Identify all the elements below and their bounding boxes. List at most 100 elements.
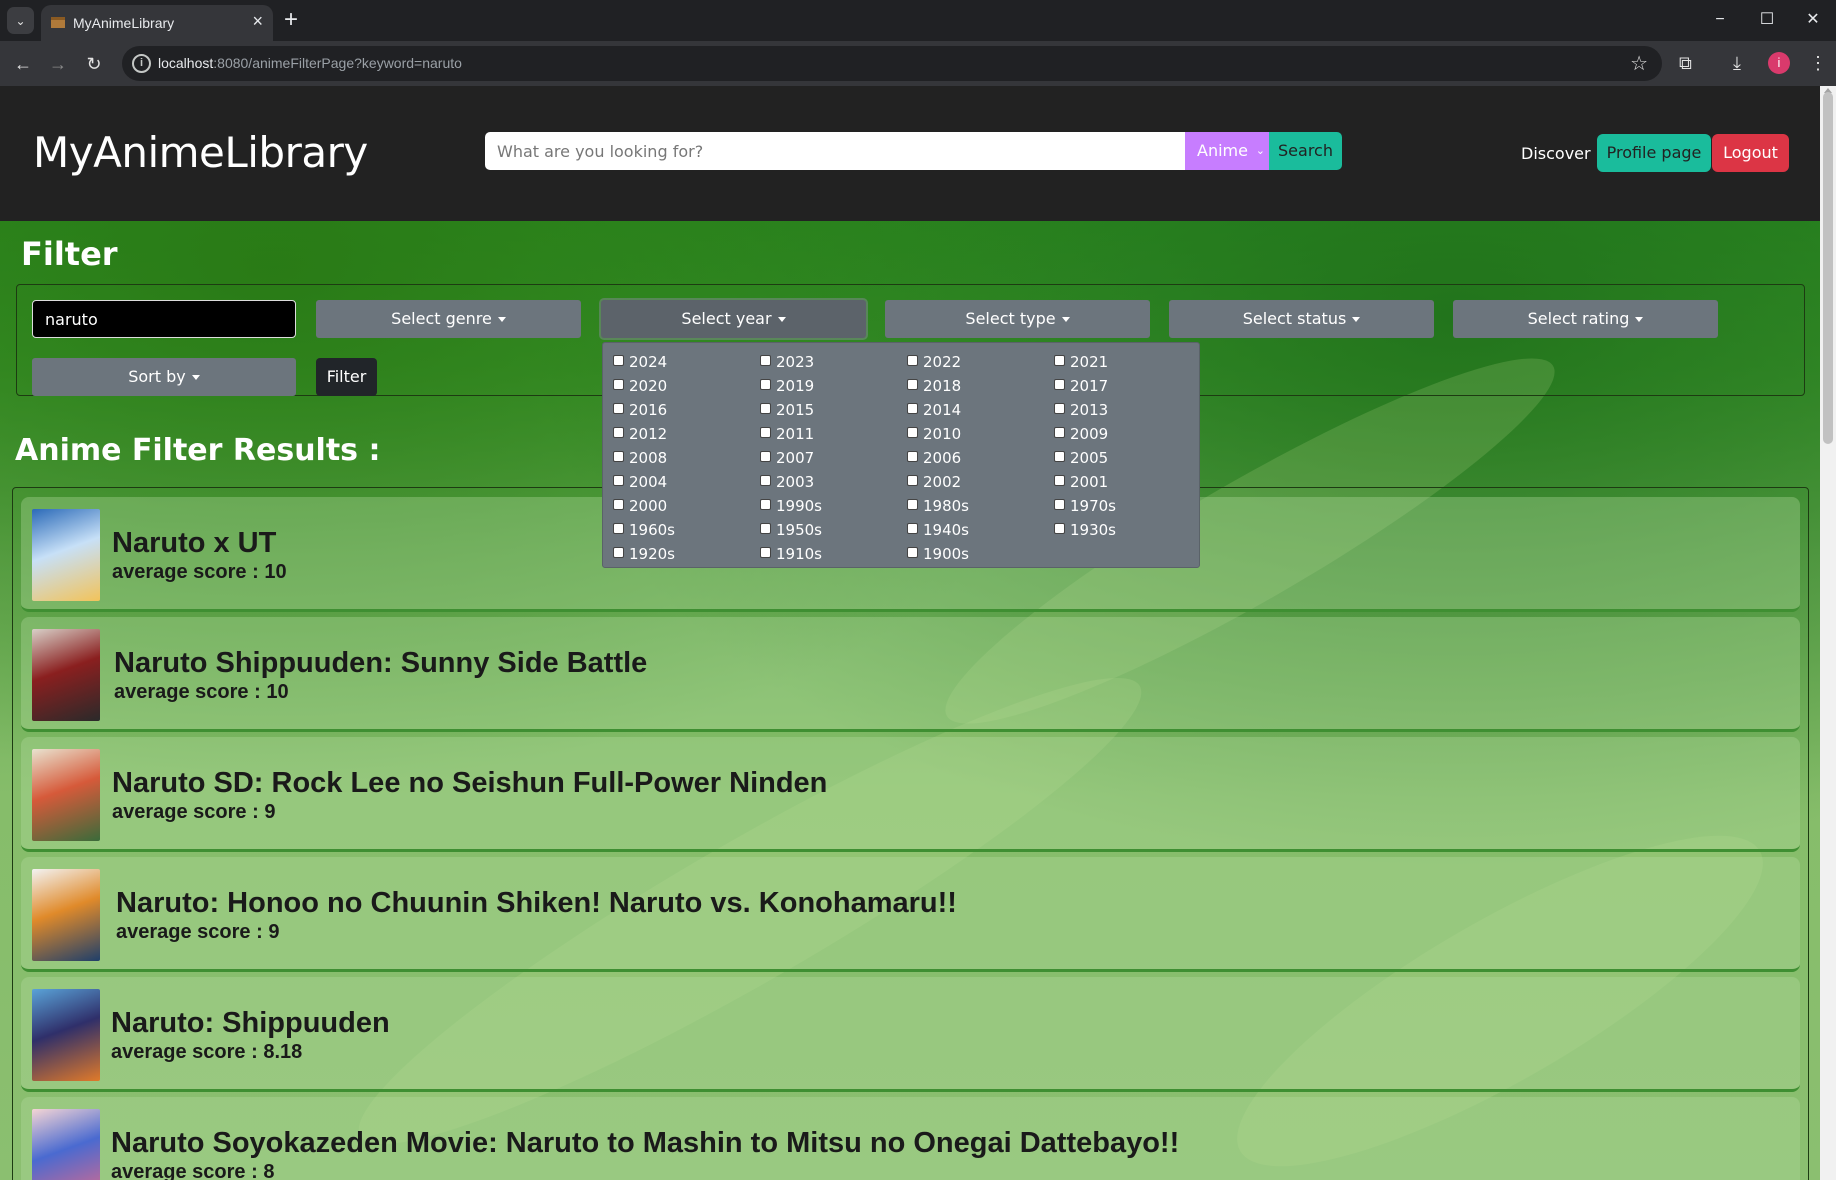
year-option[interactable]: 2012 <box>607 422 747 446</box>
checkbox[interactable] <box>907 379 918 390</box>
checkbox[interactable] <box>613 523 624 534</box>
checkbox[interactable] <box>760 427 771 438</box>
checkbox[interactable] <box>760 451 771 462</box>
search-input[interactable] <box>485 132 1185 170</box>
year-option[interactable]: 1910s <box>754 542 894 566</box>
anime-title[interactable]: Naruto: Honoo no Chuunin Shiken! Naruto … <box>116 887 957 920</box>
new-tab-icon[interactable]: + <box>284 8 298 32</box>
site-info-icon[interactable]: i <box>132 54 151 73</box>
checkbox[interactable] <box>760 547 771 558</box>
tab-search-button[interactable]: ⌄ <box>7 7 34 34</box>
search-button[interactable]: Search <box>1269 132 1342 170</box>
scrollbar-thumb[interactable] <box>1823 92 1833 444</box>
keyword-input[interactable] <box>32 300 296 338</box>
anime-cover-image[interactable] <box>32 989 100 1081</box>
checkbox[interactable] <box>613 547 624 558</box>
back-icon[interactable]: ← <box>10 51 36 77</box>
result-card[interactable]: Naruto: Honoo no Chuunin Shiken! Naruto … <box>21 857 1800 972</box>
tab-close-icon[interactable]: × <box>252 11 263 31</box>
checkbox[interactable] <box>613 403 624 414</box>
anime-cover-image[interactable] <box>32 629 100 721</box>
year-dropdown[interactable]: Select year <box>601 300 866 338</box>
status-dropdown[interactable]: Select status <box>1169 300 1434 338</box>
year-option[interactable]: 2020 <box>607 374 747 398</box>
year-option[interactable]: 2010 <box>901 422 1041 446</box>
checkbox[interactable] <box>1054 523 1065 534</box>
year-option[interactable]: 2000 <box>607 494 747 518</box>
filter-submit-button[interactable]: Filter <box>316 358 377 396</box>
year-option[interactable]: 2001 <box>1048 470 1188 494</box>
sort-dropdown[interactable]: Sort by <box>32 358 296 396</box>
year-option[interactable]: 2006 <box>901 446 1041 470</box>
checkbox[interactable] <box>1054 403 1065 414</box>
page-scrollbar[interactable] <box>1820 86 1836 1180</box>
result-card[interactable]: Naruto SD: Rock Lee no Seishun Full-Powe… <box>21 737 1800 852</box>
year-option[interactable]: 2008 <box>607 446 747 470</box>
maximize-icon[interactable]: ☐ <box>1747 8 1787 32</box>
rating-dropdown[interactable]: Select rating <box>1453 300 1718 338</box>
year-option[interactable]: 1980s <box>901 494 1041 518</box>
result-card[interactable]: Naruto: Shippuuden average score : 8.18 <box>21 977 1800 1092</box>
browser-tab[interactable]: MyAnimeLibrary × <box>41 5 273 41</box>
anime-cover-image[interactable] <box>32 749 100 841</box>
result-card[interactable]: Naruto Shippuuden: Sunny Side Battle aver… <box>21 617 1800 732</box>
checkbox[interactable] <box>1054 475 1065 486</box>
checkbox[interactable] <box>760 475 771 486</box>
checkbox[interactable] <box>1054 499 1065 510</box>
year-option[interactable]: 1920s <box>607 542 747 566</box>
checkbox[interactable] <box>760 355 771 366</box>
checkbox[interactable] <box>760 499 771 510</box>
checkbox[interactable] <box>613 451 624 462</box>
anime-cover-image[interactable] <box>32 869 100 961</box>
year-option[interactable]: 2017 <box>1048 374 1188 398</box>
year-option[interactable]: 2011 <box>754 422 894 446</box>
checkbox[interactable] <box>907 547 918 558</box>
anime-title[interactable]: Naruto Soyokazeden Movie: Naruto to Mash… <box>111 1127 1179 1160</box>
checkbox[interactable] <box>760 379 771 390</box>
year-option[interactable]: 2003 <box>754 470 894 494</box>
anime-title[interactable]: Naruto SD: Rock Lee no Seishun Full-Powe… <box>112 767 827 800</box>
year-option[interactable]: 2009 <box>1048 422 1188 446</box>
year-option[interactable]: 2015 <box>754 398 894 422</box>
checkbox[interactable] <box>613 475 624 486</box>
year-option[interactable]: 2013 <box>1048 398 1188 422</box>
anime-title[interactable]: Naruto x UT <box>112 527 276 560</box>
checkbox[interactable] <box>613 379 624 390</box>
checkbox[interactable] <box>907 427 918 438</box>
year-option[interactable]: 2016 <box>607 398 747 422</box>
reload-icon[interactable]: ↻ <box>81 51 107 77</box>
anime-title[interactable]: Naruto Shippuuden: Sunny Side Battle <box>114 647 647 680</box>
year-option[interactable]: 1970s <box>1048 494 1188 518</box>
year-option[interactable]: 2005 <box>1048 446 1188 470</box>
year-option[interactable]: 1960s <box>607 518 747 542</box>
logout-button[interactable]: Logout <box>1712 134 1789 172</box>
checkbox[interactable] <box>760 403 771 414</box>
checkbox[interactable] <box>907 523 918 534</box>
nav-discover-link[interactable]: Discover <box>1521 144 1591 163</box>
checkbox[interactable] <box>907 403 918 414</box>
minimize-icon[interactable]: − <box>1700 8 1740 32</box>
checkbox[interactable] <box>907 451 918 462</box>
checkbox[interactable] <box>1054 355 1065 366</box>
year-option[interactable]: 2022 <box>901 350 1041 374</box>
type-dropdown[interactable]: Select type <box>885 300 1150 338</box>
profile-avatar[interactable]: i <box>1768 52 1790 74</box>
extensions-icon[interactable]: ⧉ <box>1679 52 1692 74</box>
year-option[interactable]: 2021 <box>1048 350 1188 374</box>
year-option[interactable]: 1990s <box>754 494 894 518</box>
checkbox[interactable] <box>760 523 771 534</box>
year-option[interactable]: 2014 <box>901 398 1041 422</box>
year-option[interactable]: 1900s <box>901 542 1041 566</box>
year-option[interactable]: 1930s <box>1048 518 1188 542</box>
checkbox[interactable] <box>907 499 918 510</box>
year-option[interactable]: 2019 <box>754 374 894 398</box>
year-option[interactable]: 1940s <box>901 518 1041 542</box>
genre-dropdown[interactable]: Select genre <box>316 300 581 338</box>
profile-page-button[interactable]: Profile page <box>1597 134 1711 172</box>
year-option[interactable]: 2023 <box>754 350 894 374</box>
checkbox[interactable] <box>907 355 918 366</box>
anime-cover-image[interactable] <box>32 509 100 601</box>
close-window-icon[interactable]: ✕ <box>1793 8 1833 32</box>
checkbox[interactable] <box>613 355 624 366</box>
year-option[interactable]: 2004 <box>607 470 747 494</box>
